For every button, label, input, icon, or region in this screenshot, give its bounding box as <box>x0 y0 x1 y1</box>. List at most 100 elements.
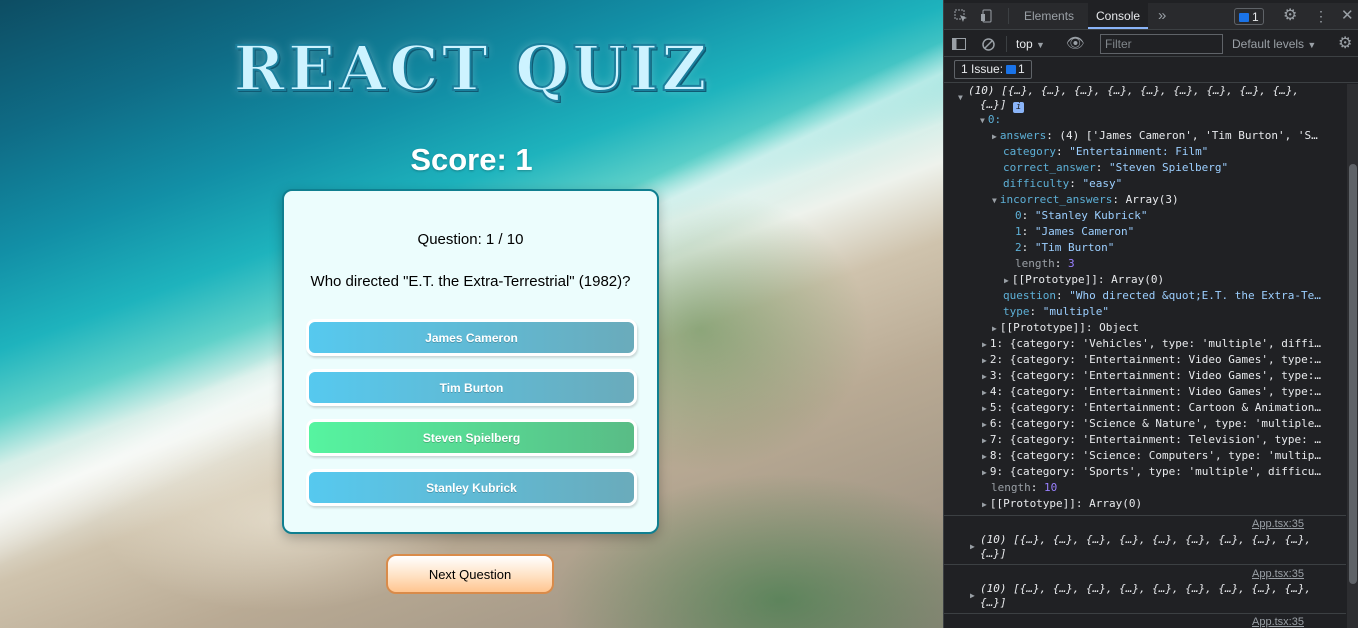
tree-row: length: 10 <box>991 481 1058 494</box>
tree-value: 6: {category: 'Science & Nature', type: … <box>989 417 1321 430</box>
next-question-button[interactable]: Next Question <box>386 554 554 594</box>
collapse-triangle-icon: ▶ <box>982 468 987 477</box>
console-log-line[interactable]: (10) [{…}, {…}, {…}, {…}, {…}, {…}, {…},… <box>980 532 1311 548</box>
tree-key: correct_answer <box>1003 161 1096 174</box>
tree-row[interactable]: ▶ [[Prototype]]: Array(0) <box>982 496 1142 512</box>
collapse-triangle-icon: ▶ <box>982 356 987 365</box>
tree-row[interactable]: ▶ [[Prototype]]: Array(0) <box>1004 272 1164 288</box>
collapse-triangle-icon: ▶ <box>982 372 987 381</box>
tree-row[interactable]: ▶ 6: {category: 'Science & Nature', type:… <box>982 416 1321 432</box>
issues-badge[interactable]: 1 <box>1234 8 1264 25</box>
tree-row[interactable]: ▶ 1: {category: 'Vehicles', type: 'multip… <box>982 336 1321 352</box>
tab-elements[interactable]: Elements <box>1024 3 1074 29</box>
question-text: Who directed "E.T. the Extra-Terrestrial… <box>310 273 631 290</box>
clear-console-icon[interactable] <box>982 31 995 57</box>
console-log-line: {…}] <box>980 595 1007 611</box>
close-icon[interactable]: ✕ <box>1341 3 1354 29</box>
tree-key: question <box>1003 289 1056 302</box>
answer-button[interactable]: Tim Burton <box>306 369 637 406</box>
collapse-triangle-icon: ▶ <box>992 132 997 141</box>
console-scrollbar[interactable] <box>1347 84 1358 628</box>
tab-divider <box>1008 8 1009 24</box>
tree-value: "Stanley Kubrick" <box>1034 209 1148 222</box>
source-link[interactable]: App.tsx:35 <box>1252 616 1304 628</box>
device-toolbar-icon[interactable] <box>980 3 994 29</box>
source-link[interactable]: App.tsx:35 <box>1252 568 1304 580</box>
tree-row: type: "multiple" <box>1003 305 1109 318</box>
collapse-triangle-icon: ▶ <box>982 436 987 445</box>
tree-value: 3 <box>1068 257 1075 270</box>
answer-button-correct[interactable]: Steven Spielberg <box>306 419 637 456</box>
inspect-element-icon[interactable] <box>954 3 968 29</box>
log-separator <box>944 515 1346 516</box>
tree-row[interactable]: ▶ 8: {category: 'Science: Computers', typ… <box>982 448 1321 464</box>
collapse-triangle-icon: ▶ <box>982 452 987 461</box>
source-link[interactable]: App.tsx:35 <box>1252 518 1304 530</box>
devtools-panel: Elements Console » 1 ⚙ ⋮ ✕ top ▼ 👁 Filte… <box>943 0 1358 628</box>
tree-key: answers <box>999 129 1047 142</box>
log-text: {…}] <box>980 98 1007 111</box>
tree-value: 9: {category: 'Sports', type: 'multiple'… <box>989 465 1321 478</box>
tree-row[interactable]: ▶ 5: {category: 'Entertainment: Cartoon &… <box>982 400 1321 416</box>
tab-console[interactable]: Console <box>1088 3 1149 29</box>
tree-row[interactable]: ▶ [[Prototype]]: Object <box>992 320 1139 336</box>
eye-icon[interactable]: 👁 <box>1066 31 1085 57</box>
quiz-app: REACT QUIZ Score: 1 Question: 1 / 10 Who… <box>0 0 943 628</box>
tree-value: 4: {category: 'Entertainment: Video Game… <box>989 385 1321 398</box>
tree-value: 3: {category: 'Entertainment: Video Game… <box>989 369 1321 382</box>
console-log-line: {…}] <box>980 546 1007 562</box>
tree-row[interactable]: ▶ 9: {category: 'Sports', type: 'multiple… <box>982 464 1321 480</box>
tree-row: category: "Entertainment: Film" <box>1003 145 1209 158</box>
collapse-triangle-icon: ▶ <box>982 388 987 397</box>
console-settings-gear-icon[interactable]: ⚙ <box>1338 31 1352 57</box>
tree-value: "Entertainment: Film" <box>1069 145 1209 158</box>
tree-row[interactable]: ▶ answers: (4) ['James Cameron', 'Tim Bur… <box>992 128 1318 144</box>
tree-row[interactable]: ▶ 2: {category: 'Entertainment: Video Gam… <box>982 352 1321 368</box>
issues-bar: 1 Issue: 1 <box>944 57 1358 83</box>
tree-value: 5: {category: 'Entertainment: Cartoon & … <box>989 401 1321 414</box>
tree-value: "Who directed &quot;E.T. the Extra-Te… <box>1069 289 1321 302</box>
log-levels-select[interactable]: Default levels ▼ <box>1232 31 1316 58</box>
tree-key: incorrect_answers <box>999 193 1113 206</box>
scrollbar-thumb[interactable] <box>1349 164 1357 584</box>
issues-button[interactable]: 1 Issue: 1 <box>954 60 1032 79</box>
tree-key: 0 <box>1015 209 1022 222</box>
tree-row[interactable]: ▶ 4: {category: 'Entertainment: Video Gam… <box>982 384 1321 400</box>
more-options-icon[interactable]: ⋮ <box>1314 3 1328 29</box>
console-log-line[interactable]: (10) [{…}, {…}, {…}, {…}, {…}, {…}, {…},… <box>980 581 1311 597</box>
log-text: (10) [{…}, {…}, {…}, {…}, {…}, {…}, {…},… <box>968 84 1300 97</box>
expand-triangle-icon[interactable]: ▼ <box>958 90 963 106</box>
tree-row[interactable]: ▶ 3: {category: 'Entertainment: Video Gam… <box>982 368 1321 384</box>
tree-value: "easy" <box>1082 177 1123 190</box>
tree-value: 8: {category: 'Science: Computers', type… <box>989 449 1321 462</box>
collapse-triangle-icon[interactable]: ▶ <box>970 539 975 555</box>
tree-value: : Array(3) <box>1112 193 1179 206</box>
issues-label: 1 Issue: <box>961 62 1004 76</box>
devtools-tab-bar: Elements Console » 1 ⚙ ⋮ ✕ <box>944 3 1358 30</box>
tree-row: correct_answer: "Steven Spielberg" <box>1003 161 1229 174</box>
collapse-triangle-icon: ▶ <box>982 420 987 429</box>
more-tabs-icon[interactable]: » <box>1158 3 1166 29</box>
context-select[interactable]: top ▼ <box>1016 31 1045 58</box>
tree-value: "Steven Spielberg" <box>1108 161 1229 174</box>
tree-value: [[Prototype]]: Array(0) <box>989 497 1143 510</box>
info-icon[interactable]: i <box>1013 102 1025 113</box>
question-number: Question: 1 / 10 <box>417 231 524 248</box>
log-separator <box>944 613 1346 614</box>
log-text: {…}] <box>980 596 1007 609</box>
answer-button[interactable]: James Cameron <box>306 319 637 356</box>
log-levels-value: Default levels <box>1232 37 1305 51</box>
tree-row[interactable]: ▼ incorrect_answers: Array(3) <box>992 192 1179 208</box>
settings-gear-icon[interactable]: ⚙ <box>1283 3 1297 29</box>
filter-input[interactable]: Filter <box>1100 34 1223 54</box>
tree-key: 2 <box>1015 241 1022 254</box>
log-text: (10) [{…}, {…}, {…}, {…}, {…}, {…}, {…},… <box>980 582 1312 595</box>
answer-button[interactable]: Stanley Kubrick <box>306 469 637 506</box>
tree-value: [[Prototype]]: Array(0) <box>1011 273 1165 286</box>
sidebar-toggle-icon[interactable] <box>952 31 966 57</box>
collapse-triangle-icon: ▶ <box>982 340 987 349</box>
tree-row[interactable]: ▼ 0: <box>980 112 1001 128</box>
tree-row[interactable]: ▶ 7: {category: 'Entertainment: Televisio… <box>982 432 1321 448</box>
collapse-triangle-icon[interactable]: ▶ <box>970 588 975 604</box>
tree-value: "Tim Burton" <box>1034 241 1115 254</box>
